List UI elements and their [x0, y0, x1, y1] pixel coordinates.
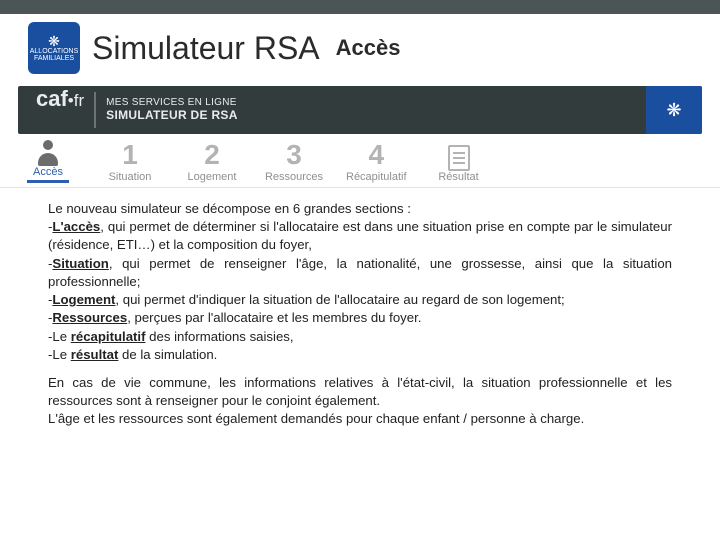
caf-brand-main: caf — [36, 86, 68, 112]
caf-logo: ❋ ALLOCATIONS FAMILIALES — [28, 22, 80, 74]
step-number: 1 — [122, 141, 138, 169]
step-number: 3 — [286, 141, 302, 169]
section-term: L'accès — [52, 219, 100, 234]
section-term: Logement — [52, 292, 115, 307]
caf-brand: caf•fr — [18, 86, 94, 134]
step-number: 4 — [368, 141, 384, 169]
section-term: récapitulatif — [71, 329, 146, 344]
paragraph-vie-commune: En cas de vie commune, les informations … — [48, 374, 672, 429]
section-term: Ressources — [52, 310, 127, 325]
step-label: Situation — [109, 171, 152, 183]
page-title: Simulateur RSA — [92, 30, 320, 67]
caf-service-text: MES SERVICES EN LIGNE SIMULATEUR DE RSA — [96, 86, 646, 134]
top-bar — [0, 0, 720, 14]
step-situation[interactable]: 1 Situation — [100, 141, 160, 183]
step-label: Logement — [188, 171, 237, 183]
page-subtitle: Accès — [336, 35, 401, 61]
active-underline — [27, 180, 69, 183]
step-tabs: Accès 1 Situation 2 Logement 3 Ressources 4 Réca… — [0, 134, 720, 188]
logo-text-2: FAMILIALES — [34, 55, 74, 62]
step-accès[interactable]: Accès — [18, 140, 78, 183]
section-term: Situation — [52, 256, 108, 271]
document-icon — [448, 145, 470, 171]
caf-right-logo: ❋ — [646, 86, 702, 134]
caf-brand-suffix: •fr — [68, 91, 84, 111]
step-label: Accès — [33, 166, 63, 178]
para2-line2: L'âge et les ressources sont également d… — [48, 411, 584, 426]
section-term: résultat — [71, 347, 119, 362]
step-logement[interactable]: 2 Logement — [182, 141, 242, 183]
step-label: Récapitulatif — [346, 171, 407, 183]
person-icon — [36, 140, 60, 166]
caf-banner: caf•fr MES SERVICES EN LIGNE SIMULATEUR … — [18, 86, 702, 134]
step-résultat[interactable]: Résultat — [429, 145, 489, 183]
logo-text-1: ALLOCATIONS — [30, 48, 79, 55]
snowflake-icon: ❋ — [666, 100, 681, 121]
logo-star-icon: ❋ — [48, 34, 60, 48]
content-body: Le nouveau simulateur se décompose en 6 … — [0, 188, 720, 429]
paragraph-sections: Le nouveau simulateur se décompose en 6 … — [48, 200, 672, 364]
para2-line1: En cas de vie commune, les informations … — [48, 375, 672, 408]
caf-line2: SIMULATEUR DE RSA — [106, 109, 646, 123]
step-number: 2 — [204, 141, 220, 169]
step-label: Résultat — [438, 171, 478, 183]
step-récapitulatif[interactable]: 4 Récapitulatif — [346, 141, 407, 183]
slide-header: ❋ ALLOCATIONS FAMILIALES Simulateur RSA … — [0, 14, 720, 86]
step-ressources[interactable]: 3 Ressources — [264, 141, 324, 183]
step-label: Ressources — [265, 171, 323, 183]
